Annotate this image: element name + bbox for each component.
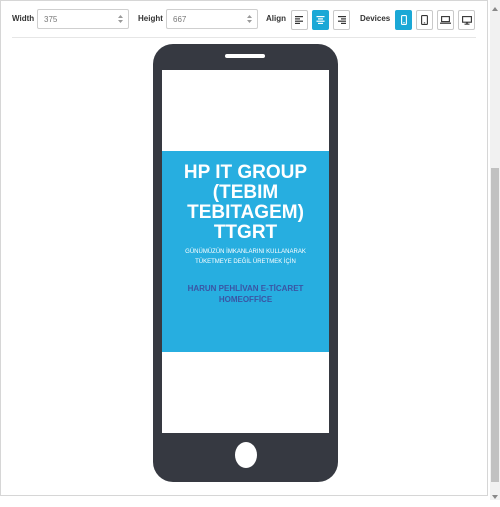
height-input[interactable]: 667 <box>166 9 258 29</box>
align-label: Align <box>266 14 286 23</box>
scrollbar-thumb[interactable] <box>491 168 499 482</box>
width-label: Width <box>12 14 35 23</box>
hero-banner: HP IT GROUP (TEBIM TEBITAGEM) TTGRT GÜNÜ… <box>162 151 329 352</box>
laptop-icon <box>440 16 451 24</box>
phone-icon <box>400 15 407 25</box>
phone-home-button <box>235 442 257 468</box>
devices-label: Devices <box>360 14 391 23</box>
width-spinner-icon[interactable] <box>117 13 124 25</box>
phone-speaker <box>225 54 265 58</box>
align-left-button[interactable] <box>291 10 308 30</box>
align-right-button[interactable] <box>333 10 350 30</box>
toolbar-divider <box>12 37 476 38</box>
width-value: 375 <box>44 15 58 24</box>
height-spinner-icon[interactable] <box>246 13 253 25</box>
scroll-down-arrow-icon[interactable] <box>491 489 499 499</box>
phone-screen: HP IT GROUP (TEBIM TEBITAGEM) TTGRT GÜNÜ… <box>162 70 329 433</box>
phone-preview-frame: HP IT GROUP (TEBIM TEBITAGEM) TTGRT GÜNÜ… <box>153 44 338 482</box>
banner-subtitle: GÜNÜMÜZÜN İMKANLARINI KULLANARAK TÜKETME… <box>185 249 306 265</box>
height-value: 667 <box>173 15 187 24</box>
banner-title: HP IT GROUP (TEBIM TEBITAGEM) TTGRT <box>183 162 308 243</box>
align-center-button[interactable] <box>312 10 329 30</box>
scroll-up-arrow-icon[interactable] <box>491 1 499 11</box>
tablet-icon <box>421 15 428 25</box>
width-input[interactable]: 375 <box>37 9 129 29</box>
device-tablet-button[interactable] <box>416 10 433 30</box>
device-phone-button[interactable] <box>395 10 412 30</box>
device-laptop-button[interactable] <box>437 10 454 30</box>
desktop-icon <box>461 15 472 25</box>
align-center-icon <box>316 16 325 24</box>
align-left-icon <box>295 16 303 24</box>
banner-author: HARUN PEHLİVAN E-TİCARET HOMEOFFİCE <box>187 284 304 304</box>
device-toolbar: Width 375 Height 667 Align Devices <box>0 0 488 40</box>
align-right-icon <box>338 16 346 24</box>
device-desktop-button[interactable] <box>458 10 475 30</box>
height-label: Height <box>138 14 163 23</box>
